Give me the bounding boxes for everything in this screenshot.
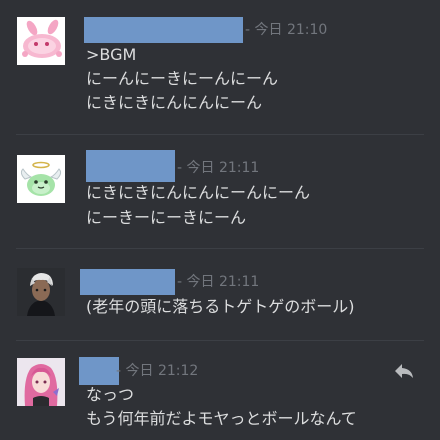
avatar-pink-rabbit[interactable] xyxy=(17,17,65,65)
winged-creature-icon xyxy=(17,155,65,203)
avatar-dark-character[interactable] xyxy=(17,268,65,316)
message-line: にーんにーきにーんにーん xyxy=(86,69,279,88)
username-redacted[interactable] xyxy=(86,150,175,182)
message-line: にきにきにんにんにーん xyxy=(86,93,263,112)
message-line: にーきーにーきにーん xyxy=(86,208,247,227)
dark-character-icon xyxy=(17,268,65,316)
timestamp: - 今日 21:12 xyxy=(116,363,199,379)
timestamp: - 今日 21:11 xyxy=(177,160,260,176)
avatar-winged-creature[interactable] xyxy=(17,155,65,203)
message-line: にきにきにんにんにーんにーん xyxy=(86,183,311,202)
message-line: >BGM xyxy=(86,45,137,64)
username-redacted[interactable] xyxy=(79,357,119,385)
message-divider xyxy=(16,248,424,249)
message-divider xyxy=(16,134,424,135)
timestamp: - 今日 21:10 xyxy=(245,22,328,38)
reply-icon[interactable] xyxy=(393,362,415,380)
username-redacted[interactable] xyxy=(84,17,243,43)
pink-hair-character-icon xyxy=(17,358,65,406)
avatar-pink-hair-character[interactable] xyxy=(17,358,65,406)
message-line: もう何年前だよモヤっとボールなんて xyxy=(86,409,357,428)
pink-rabbit-icon xyxy=(17,17,65,65)
message-line: なっつ xyxy=(86,385,135,404)
username-redacted[interactable] xyxy=(80,269,175,295)
reply-arrow-icon xyxy=(395,364,413,378)
message-divider xyxy=(16,340,424,341)
timestamp: - 今日 21:11 xyxy=(177,274,260,290)
message-line: (老年の頭に落ちるトゲトゲのボール) xyxy=(86,297,355,316)
